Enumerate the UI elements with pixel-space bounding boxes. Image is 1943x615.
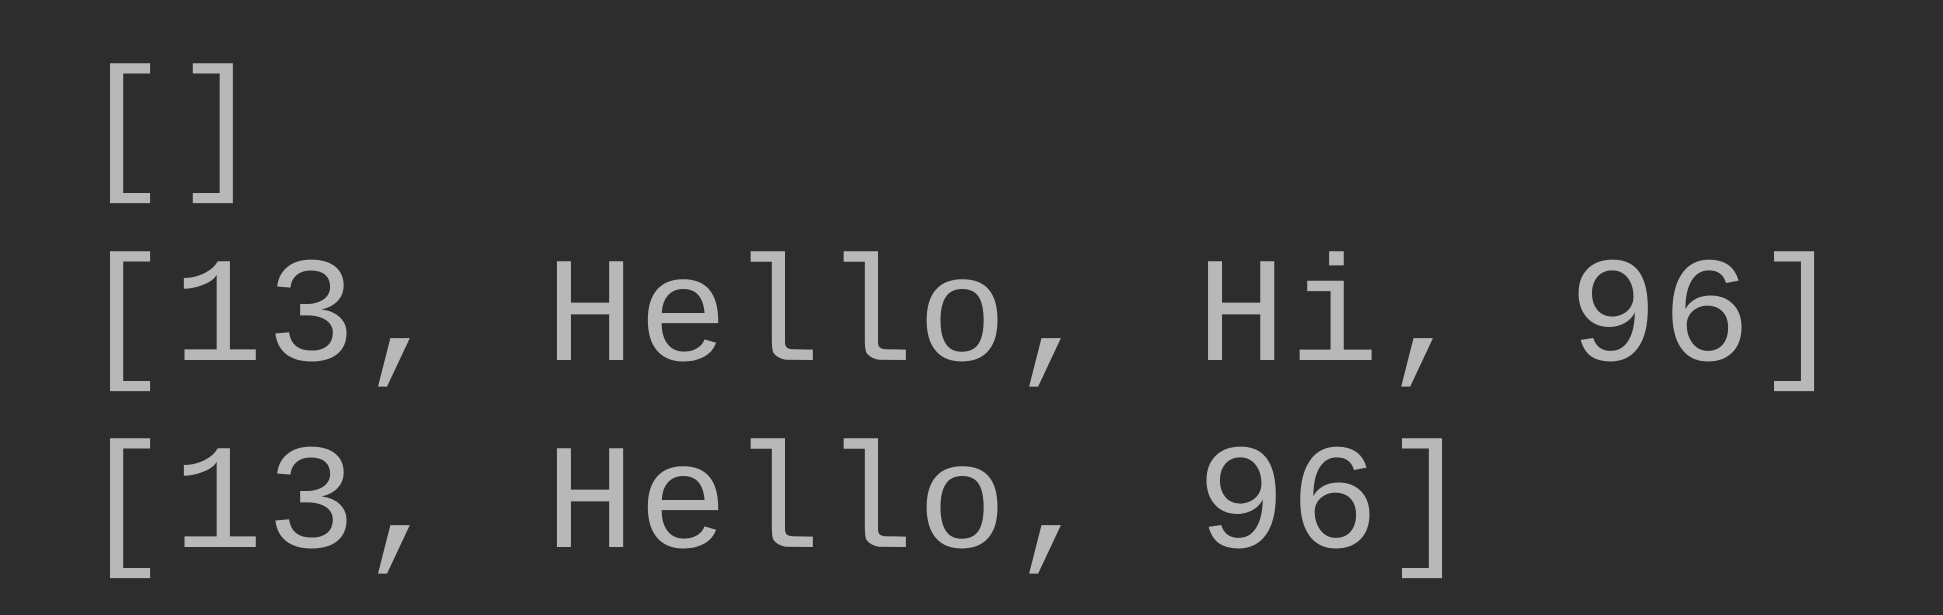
- output-line: [13, Hello, Hi, 96]: [80, 228, 1943, 416]
- output-line: [13, Hello, 96]: [80, 415, 1943, 603]
- output-line: []: [80, 40, 1943, 228]
- console-output: [] [13, Hello, Hi, 96] [13, Hello, 96]: [80, 40, 1943, 603]
